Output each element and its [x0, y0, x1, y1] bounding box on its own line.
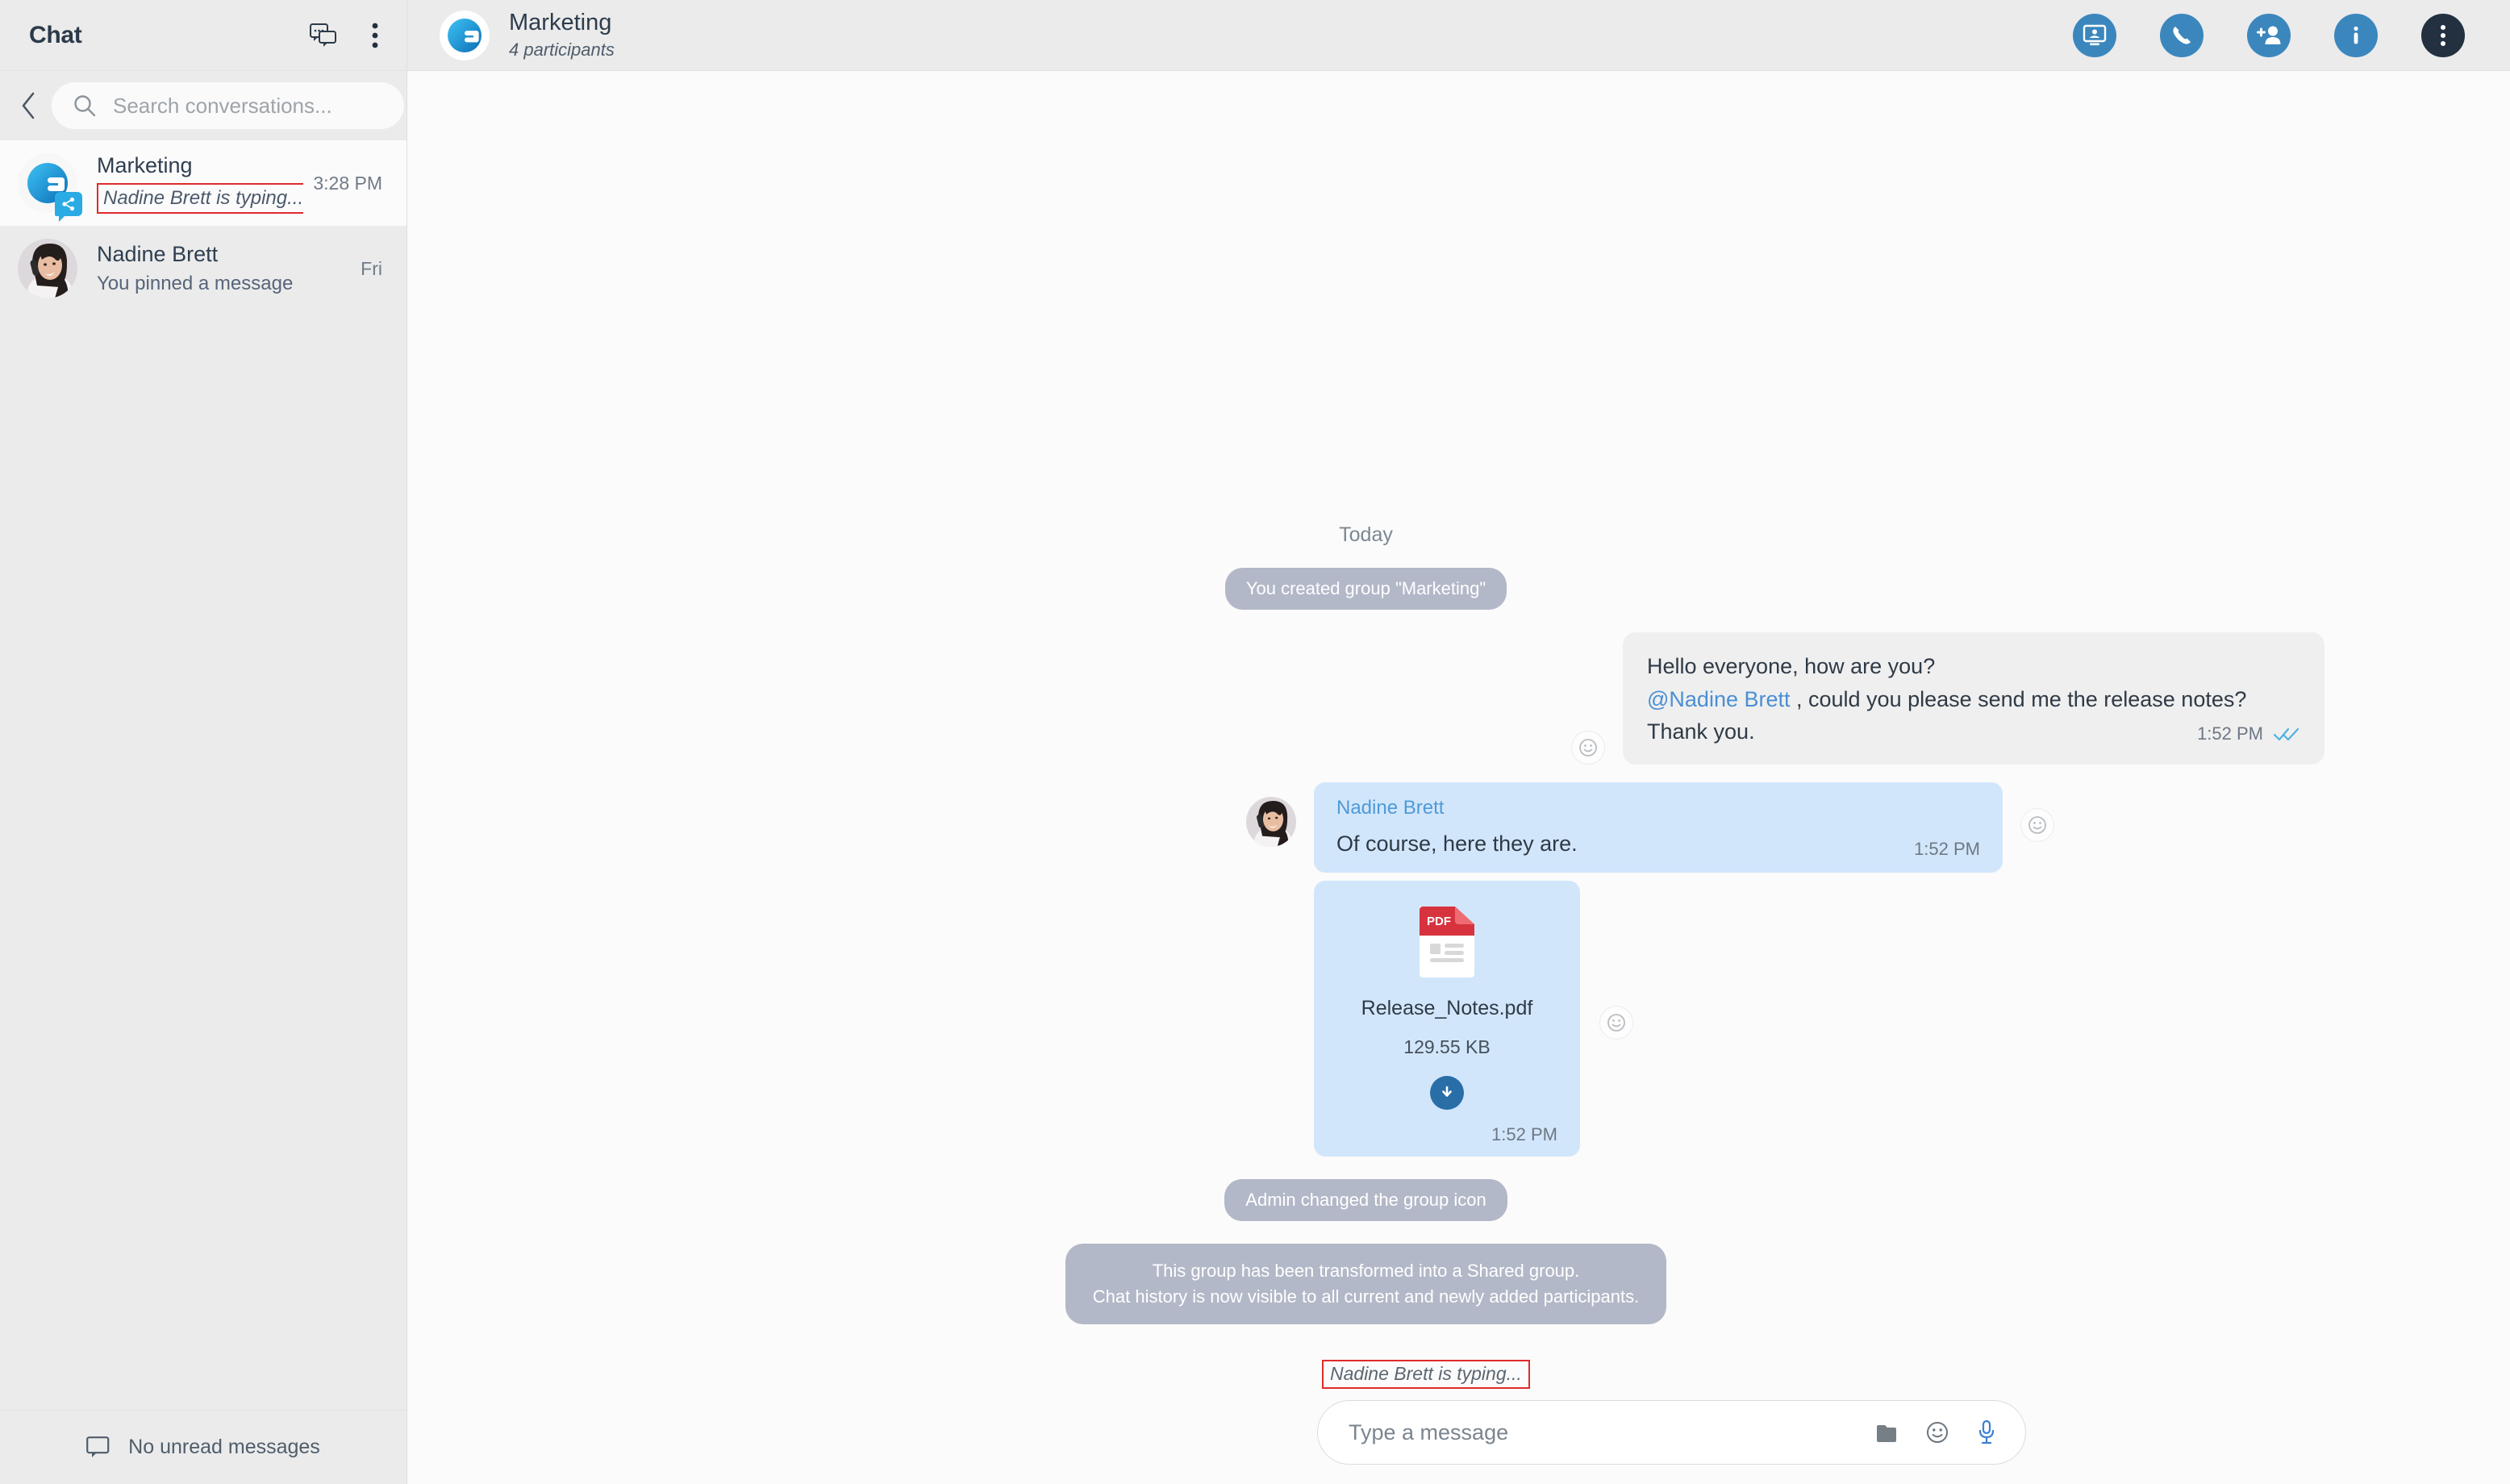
attach-file-icon[interactable] — [1875, 1420, 1898, 1444]
message-bubble-incoming[interactable]: Nadine Brett Of course, here they are. 1… — [1314, 782, 2003, 873]
new-chat-icon[interactable] — [310, 23, 337, 48]
attachment-timestamp: 1:52 PM — [1491, 1124, 1557, 1145]
emoji-reaction-icon[interactable] — [2020, 807, 2054, 842]
conversation-name: Marketing — [97, 153, 193, 178]
avatar — [1246, 796, 1296, 847]
chat-header: Marketing 4 participants — [407, 0, 2510, 71]
conversation-preview: Nadine Brett is typing... — [97, 182, 304, 214]
conversation-body: Marketing Nadine Brett is typing... — [97, 152, 304, 214]
call-button[interactable] — [2160, 13, 2204, 57]
more-vertical-icon — [2441, 24, 2445, 46]
sidebar-footer: No unread messages — [0, 1410, 407, 1484]
system-message-icon-changed: Admin changed the group icon — [1224, 1179, 1507, 1222]
info-button[interactable] — [2334, 13, 2378, 57]
message-meta: 1:52 PM — [2197, 720, 2300, 747]
system-message-row: You created group "Marketing" — [407, 568, 2510, 611]
screen-share-icon — [2083, 24, 2107, 45]
emoji-reaction-icon[interactable] — [1599, 1006, 1633, 1040]
phone-icon — [2173, 26, 2191, 44]
message-bubble-outgoing[interactable]: Hello everyone, how are you? @Nadine Bre… — [1623, 632, 2324, 765]
search-icon — [74, 95, 96, 117]
message-sender-name: Nadine Brett — [1336, 796, 1445, 819]
avatar — [18, 239, 77, 298]
conversation-item-marketing[interactable]: Marketing Nadine Brett is typing... 3:28… — [0, 140, 407, 226]
composer-area: Nadine Brett is typing... — [407, 1360, 2510, 1484]
info-icon — [2354, 26, 2358, 44]
group-logo-icon — [440, 10, 490, 60]
sidebar-header-actions — [310, 22, 379, 49]
screen-share-button[interactable] — [2073, 13, 2116, 57]
share-icon — [55, 192, 82, 222]
sidebar-more-options-icon[interactable] — [371, 22, 379, 49]
chat-bubble-icon — [86, 1436, 110, 1457]
emoji-picker-icon[interactable] — [1925, 1420, 1949, 1444]
composer-actions — [1875, 1419, 1996, 1445]
file-size: 129.55 KB — [1403, 1036, 1491, 1058]
file-name: Release_Notes.pdf — [1361, 997, 1533, 1020]
system-message-row: This group has been transformed into a S… — [407, 1244, 2510, 1324]
message-line-1: Hello everyone, how are you? — [1647, 654, 1936, 679]
system-message-group-created: You created group "Marketing" — [1224, 568, 1507, 611]
conversation-timestamp: 3:28 PM — [313, 172, 382, 194]
search-box[interactable] — [52, 82, 404, 129]
search-row — [0, 71, 407, 140]
search-input[interactable] — [113, 93, 383, 119]
message-content-row: Of course, here they are. 1:52 PM — [1336, 827, 1980, 861]
message-timestamp: 1:52 PM — [2197, 723, 2263, 744]
unread-status-text: No unread messages — [128, 1436, 320, 1458]
avatar-photo — [18, 239, 77, 298]
conversation-item-nadine-brett[interactable]: Nadine Brett You pinned a message Fri — [0, 226, 407, 311]
chat-application: Chat Search conversations... Marketing N… — [0, 0, 2510, 1484]
message-timestamp: 1:52 PM — [1914, 839, 1980, 860]
system-message-line-1: This group has been transformed into a S… — [1152, 1261, 1580, 1282]
typing-indicator-row: Nadine Brett is typing... — [407, 1360, 2510, 1389]
emoji-reaction-icon[interactable] — [1571, 730, 1605, 765]
pdf-file-icon: PDF — [1416, 903, 1478, 978]
chat-main-panel: Marketing 4 participants Today You creat… — [407, 0, 2510, 1484]
read-receipt-double-check-icon — [2273, 727, 2299, 740]
svg-text:PDF: PDF — [1427, 915, 1451, 928]
message-row-incoming: Nadine Brett Of course, here they are. 1… — [407, 782, 2510, 873]
person-add-icon — [2257, 26, 2281, 44]
conversations-sidebar: Chat Search conversations... Marketing N… — [0, 0, 407, 1484]
sidebar-header: Chat — [0, 0, 407, 71]
message-input[interactable] — [1349, 1419, 1875, 1445]
conversation-list: Marketing Nadine Brett is typing... 3:28… — [0, 140, 407, 1410]
file-attachment-card[interactable]: PDF Release_Notes.pdf 129.55 KB 1:52 PM — [1314, 881, 1580, 1157]
message-text: Hello everyone, how are you? @Nadine Bre… — [1647, 650, 2300, 748]
mention-nadine-brett[interactable]: @Nadine Brett — [1647, 687, 1791, 711]
system-message-shared-group: This group has been transformed into a S… — [1065, 1244, 1667, 1324]
typing-indicator-sidebar: Nadine Brett is typing... — [97, 182, 304, 214]
add-participant-button[interactable] — [2247, 13, 2291, 57]
page-title: Chat — [29, 21, 82, 48]
avatar — [18, 153, 82, 222]
conversation-name: Nadine Brett — [97, 241, 219, 266]
system-message-row: Admin changed the group icon — [407, 1179, 2510, 1222]
message-text: Of course, here they are. — [1336, 831, 1578, 856]
chat-header-actions — [2073, 13, 2465, 57]
message-list: Today You created group "Marketing" Hell… — [407, 71, 2510, 1360]
download-icon[interactable] — [1430, 1076, 1464, 1111]
typing-indicator-composer: Nadine Brett is typing... — [1322, 1360, 1530, 1389]
message-scroll-area: Today You created group "Marketing" Hell… — [407, 523, 2510, 1360]
chat-header-meta: Marketing 4 participants — [509, 10, 2073, 60]
chat-participants-count: 4 participants — [509, 40, 615, 60]
day-separator: Today — [1339, 523, 1393, 547]
chevron-left-icon[interactable] — [11, 89, 45, 123]
message-row-attachment: PDF Release_Notes.pdf 129.55 KB 1:52 PM — [407, 881, 2510, 1157]
conversation-timestamp: Fri — [361, 257, 382, 279]
message-composer[interactable] — [1317, 1400, 2026, 1465]
chat-more-options-button[interactable] — [2421, 13, 2465, 57]
system-message-line-2: Chat history is now visible to all curre… — [1092, 1286, 1640, 1307]
chat-title: Marketing — [509, 9, 612, 35]
microphone-icon[interactable] — [1977, 1419, 1996, 1445]
conversation-body: Nadine Brett You pinned a message — [97, 241, 351, 297]
message-row-outgoing: Hello everyone, how are you? @Nadine Bre… — [407, 632, 2510, 765]
conversation-preview: You pinned a message — [97, 273, 294, 295]
